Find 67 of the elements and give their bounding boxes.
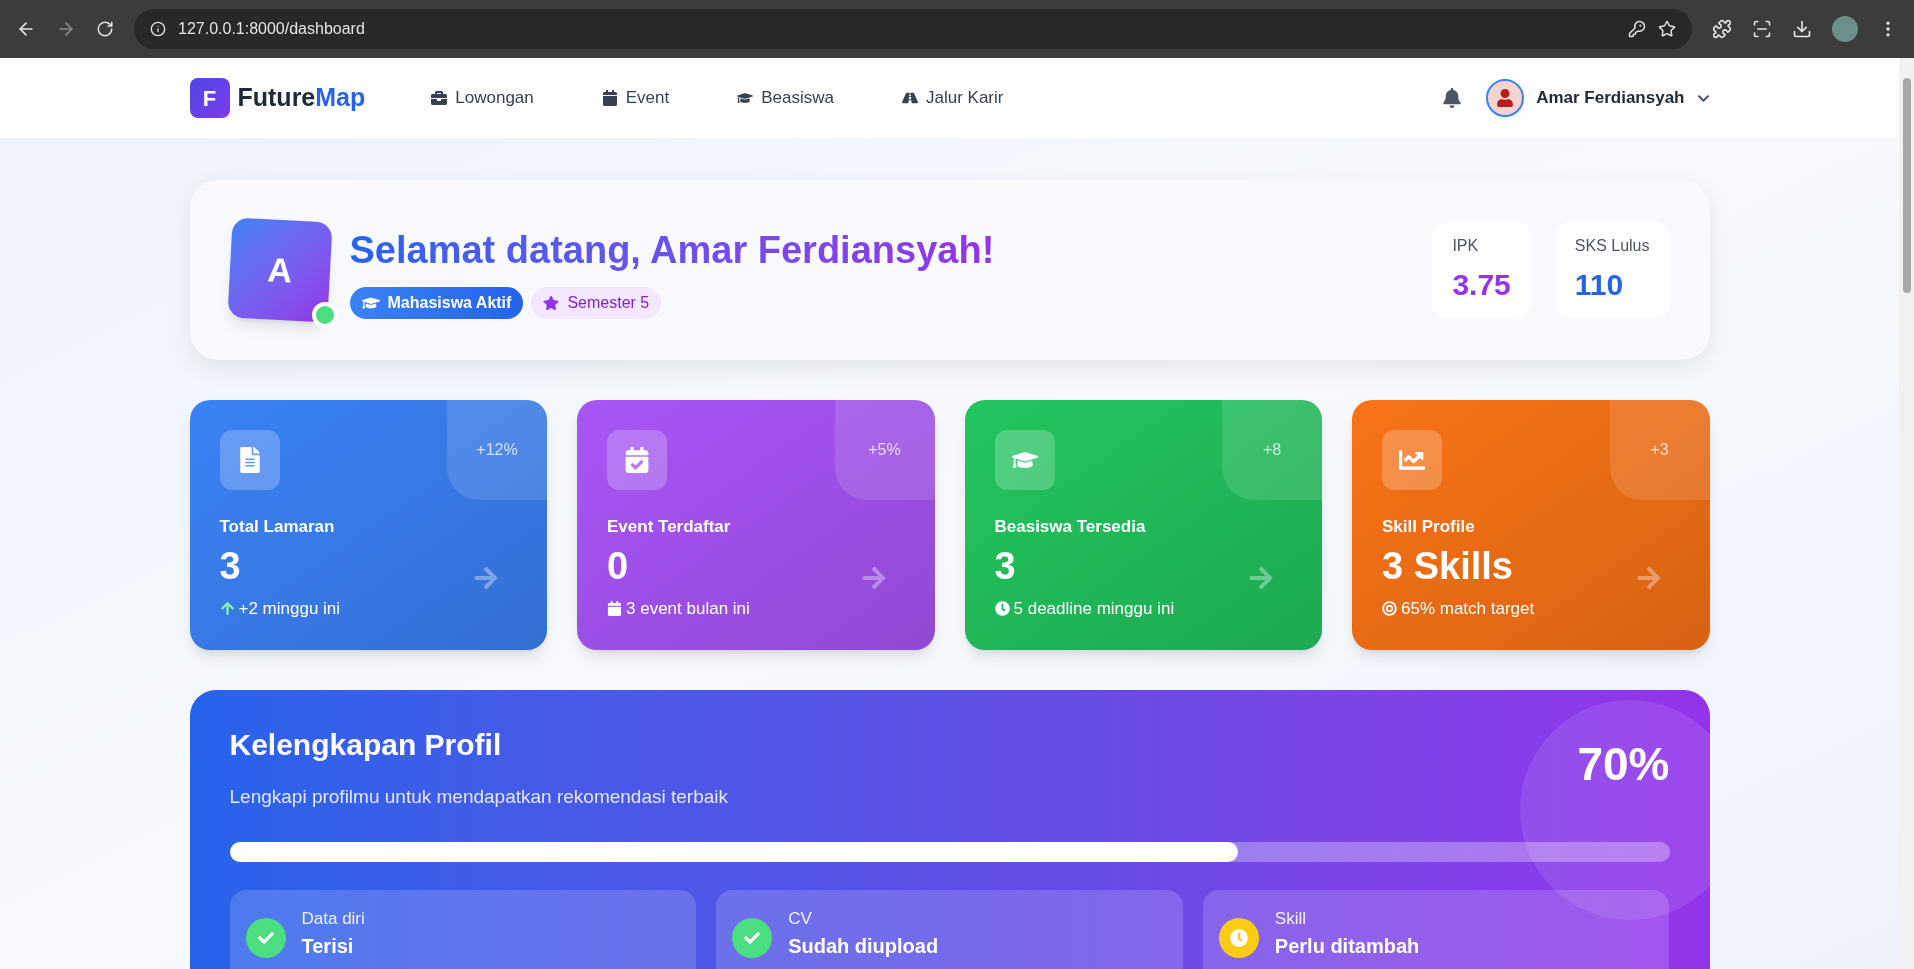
user-avatar[interactable]	[1486, 79, 1525, 117]
summary-card[interactable]: +12% Total Lamaran 3 +2 minggu ini	[189, 400, 547, 650]
stat-value: 3.75	[1452, 266, 1511, 303]
notification-bell-icon[interactable]	[1442, 88, 1463, 108]
calendar-icon	[607, 600, 622, 616]
logo-mark: F	[189, 78, 230, 118]
graduation-cap-icon	[737, 90, 754, 106]
info-icon[interactable]	[150, 21, 166, 37]
extensions-icon[interactable]	[1712, 19, 1732, 39]
stat-label: SKS Lulus	[1574, 235, 1650, 256]
item-status: Perlu ditambah	[1274, 934, 1420, 959]
arrow-up-icon	[219, 600, 235, 616]
calendar-check-icon	[624, 447, 650, 473]
briefcase-icon	[431, 90, 448, 106]
change-text: +3	[1650, 440, 1669, 460]
key-icon[interactable]	[1628, 20, 1646, 38]
url-text: 127.0.0.1:8000/dashboard	[178, 19, 366, 39]
card-value: 3	[994, 543, 1016, 589]
summary-card[interactable]: +5% Event Terdaftar 0 3 event bulan ini	[577, 400, 935, 650]
status-badge: Mahasiswa Aktif	[349, 286, 524, 319]
bookmark-star-icon[interactable]	[1658, 20, 1676, 38]
reload-icon[interactable]	[96, 20, 114, 38]
download-icon[interactable]	[1792, 19, 1812, 39]
card-title: Skill Profile	[1382, 516, 1475, 538]
screenshot-icon[interactable]	[1752, 19, 1772, 39]
nav-link[interactable]: Lowongan	[431, 85, 534, 111]
completion-percent: 70%	[1577, 737, 1670, 792]
item-status: Sudah diupload	[788, 934, 939, 959]
panel-title: Kelengkapan Profil	[229, 727, 503, 763]
address-bar[interactable]: 127.0.0.1:8000/dashboard	[134, 9, 1692, 49]
card-note: +2 minggu ini	[238, 597, 341, 620]
item-label: Skill	[1274, 907, 1307, 930]
scrollbar[interactable]	[1899, 58, 1914, 969]
nav-link[interactable]: Beasiswa	[737, 85, 834, 111]
nav-link[interactable]: Event	[601, 85, 670, 111]
item-label: Data diri	[301, 907, 365, 930]
change-text: +5%	[868, 440, 901, 460]
nav-link[interactable]: Jalur Karir	[902, 85, 1004, 111]
stat-label: IPK	[1452, 235, 1480, 256]
item-status: Terisi	[301, 934, 355, 959]
semester-badge: Semester 5	[531, 286, 662, 319]
road-icon	[902, 90, 918, 106]
card-title: Beasiswa Tersedia	[994, 516, 1146, 538]
card-note: 65% match target	[1401, 597, 1535, 620]
card-title: Total Lamaran	[219, 516, 335, 538]
change-text: +12%	[476, 440, 518, 460]
profile-avatar[interactable]	[1832, 16, 1858, 42]
clock-icon	[994, 600, 1010, 616]
scrollbar-thumb[interactable]	[1902, 78, 1911, 293]
card-value: 3	[219, 543, 241, 589]
chart-line-icon	[1399, 447, 1425, 473]
card-value: 3 Skills	[1382, 543, 1513, 589]
target-icon	[1382, 600, 1397, 616]
user-name[interactable]: Amar Ferdiansyah	[1536, 85, 1685, 111]
user-silhouette-icon	[1496, 89, 1515, 107]
card-note: 3 event bulan ini	[626, 597, 750, 620]
change-text: +8	[1262, 440, 1282, 460]
brand-name[interactable]: FutureMap	[237, 79, 366, 117]
item-label: CV	[788, 907, 813, 930]
star-icon	[543, 294, 560, 311]
stat-value: 110	[1574, 266, 1625, 303]
panel-subtitle: Lengkapi profilmu untuk mendapatkan rekomendasi terbaik	[229, 785, 729, 809]
avatar-tile: A	[226, 217, 333, 323]
calendar-icon	[601, 90, 618, 106]
card-note: 5 deadline minggu ini	[1013, 597, 1175, 620]
card-value: 0	[607, 543, 629, 589]
card-title: Event Terdaftar	[607, 516, 731, 538]
